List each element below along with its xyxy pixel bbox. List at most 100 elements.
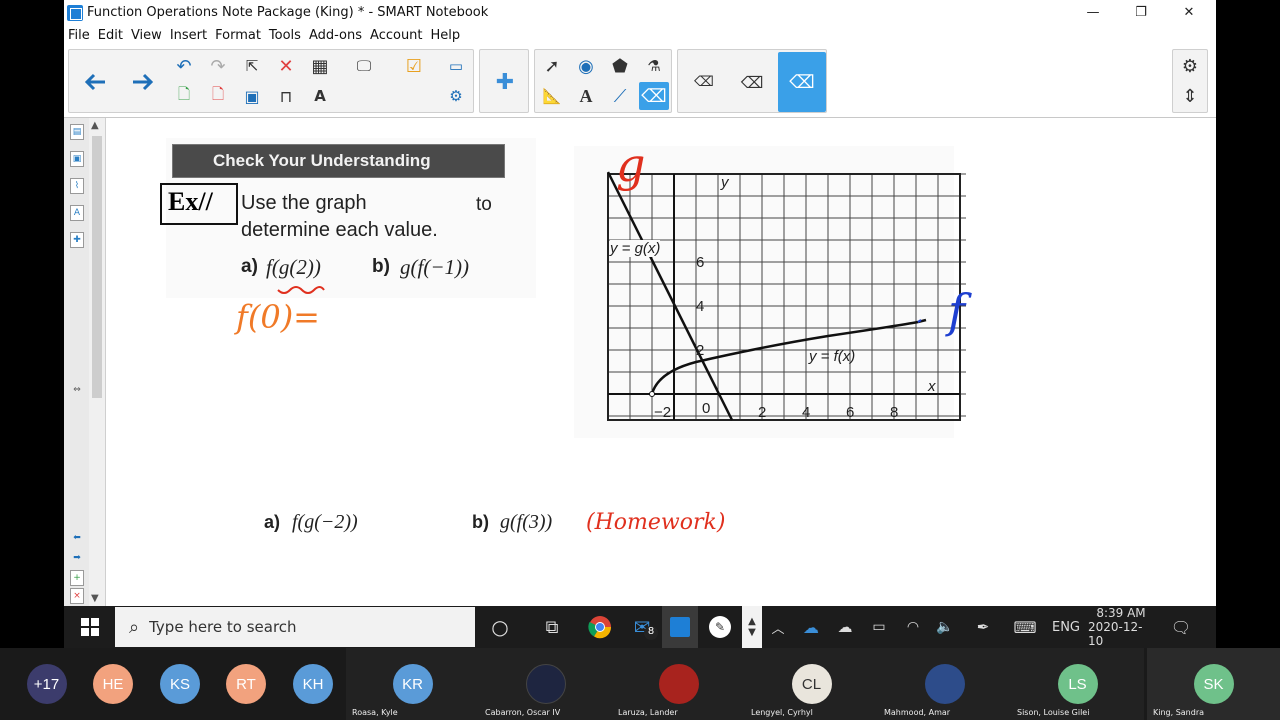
smart-notebook-taskbar-button[interactable]: [662, 606, 698, 648]
volume-tray-icon[interactable]: 🔈: [932, 606, 958, 648]
properties-tab[interactable]: A: [70, 205, 84, 221]
windows-taskbar: ⌕ Type here to search ○ ⧉ ✉ 8 ✎ ▲ ▼ ︿ ☁ ☁…: [64, 606, 1216, 648]
menu-edit[interactable]: Edit: [98, 28, 123, 43]
redo-button[interactable]: ↷: [203, 52, 233, 80]
close-button[interactable]: ✕: [1166, 0, 1212, 25]
participant-tile[interactable]: Cabarron, Oscar IV: [479, 648, 612, 720]
text-tool-button[interactable]: A: [571, 82, 601, 110]
participant-name: Lengyel, Cyrhyl: [751, 708, 813, 717]
delete-button[interactable]: ✕: [271, 52, 301, 80]
f-curve-label: y = f(x): [809, 348, 856, 365]
zoom-taskbar-scroll[interactable]: ▲ ▼: [742, 606, 762, 648]
delete-page-button[interactable]: 🗋: [203, 82, 233, 110]
participant-tile[interactable]: CL Lengyel, Cyrhyl: [745, 648, 878, 720]
add-page-icon: +: [73, 573, 81, 583]
eraser-small-button[interactable]: ⌫: [682, 52, 726, 112]
add-ons-tab[interactable]: ✚: [70, 232, 84, 248]
scroll-down-icon[interactable]: ▼: [91, 593, 99, 604]
next-page-button[interactable]: [121, 52, 165, 112]
eraser-large-button[interactable]: ⌫: [778, 52, 826, 112]
participant-tile[interactable]: KR Roasa, Kyle: [346, 648, 479, 720]
ink-app-taskbar-button[interactable]: ✎: [702, 606, 738, 648]
side-previous-page-button[interactable]: ⬅: [70, 530, 84, 546]
participant-tile[interactable]: SK King, Sandra: [1147, 648, 1280, 720]
save-button[interactable]: ▣: [237, 82, 267, 110]
video-call-participant-strip: +17 HE KS RT KH KR Roasa, Kyle Cabarron,…: [0, 648, 1280, 720]
menu-tools[interactable]: Tools: [269, 28, 301, 43]
side-delete-page-button[interactable]: ×: [70, 588, 84, 604]
touch-keyboard-icon[interactable]: ⌨: [1010, 606, 1040, 648]
task-view-button[interactable]: ⧉: [534, 606, 570, 648]
select-tool-button[interactable]: ➚: [537, 52, 567, 80]
participant-name: King, Sandra: [1153, 708, 1205, 717]
start-button[interactable]: [68, 606, 112, 648]
add-page-button[interactable]: 🗋: [169, 82, 199, 110]
side-add-page-button[interactable]: +: [70, 570, 84, 586]
scrollbar-thumb[interactable]: [92, 136, 102, 398]
side-next-page-button[interactable]: ➡: [70, 550, 84, 566]
attachments-tab[interactable]: ⌇: [70, 178, 84, 194]
fill-tool-button[interactable]: ⬟: [605, 52, 635, 80]
line-tool-button[interactable]: ⟋: [605, 82, 635, 110]
capture-button[interactable]: ▭: [441, 52, 471, 80]
eraser-medium-button[interactable]: ⌫: [730, 52, 774, 112]
menu-file[interactable]: File: [68, 28, 90, 43]
pen-workspace-icon[interactable]: ✒: [970, 606, 996, 648]
show-hidden-icons-button[interactable]: ︿: [766, 606, 790, 648]
screen-shade-button[interactable]: ⊓: [271, 82, 301, 110]
menu-format[interactable]: Format: [215, 28, 261, 43]
add-ons-button[interactable]: ✚: [483, 52, 527, 112]
magic-pen-button[interactable]: ⚗: [639, 52, 669, 80]
language-indicator[interactable]: ENG: [1048, 606, 1084, 648]
smart-notebook-icon: [670, 617, 690, 637]
document-camera-button[interactable]: 🖵: [349, 52, 379, 80]
page-sorter-tab[interactable]: ▤: [70, 124, 84, 140]
scroll-up-icon[interactable]: ▲: [91, 120, 99, 131]
menu-account[interactable]: Account: [370, 28, 423, 43]
taskbar-search-box[interactable]: ⌕ Type here to search: [115, 607, 475, 647]
participant-tile[interactable]: Laruza, Lander: [612, 648, 745, 720]
participant-tile[interactable]: Mahmood, Amar: [878, 648, 1011, 720]
instruction-line-1: Use the graph: [241, 192, 367, 214]
participant-tile[interactable]: LS Sison, Louise Gilei: [1011, 648, 1144, 720]
resize-handle[interactable]: ⇔: [70, 382, 84, 398]
text-recognition-button[interactable]: A: [305, 82, 335, 110]
measurement-tools-button[interactable]: 📐: [537, 82, 567, 110]
response-button[interactable]: ☑: [399, 52, 429, 80]
share-page-button[interactable]: ⇱: [237, 52, 267, 80]
participant-avatar: KS: [160, 664, 200, 704]
minimize-button[interactable]: —: [1070, 0, 1116, 25]
wifi-tray-icon[interactable]: ◠: [900, 606, 926, 648]
previous-page-button[interactable]: [73, 52, 117, 112]
participant-name: Laruza, Lander: [618, 708, 678, 717]
participant-photo: [658, 664, 699, 704]
battery-tray-icon[interactable]: ▭: [866, 606, 892, 648]
menu-help[interactable]: Help: [431, 28, 461, 43]
delete-icon: ✕: [278, 55, 294, 77]
more-participants-count: +17: [26, 664, 67, 704]
chrome-taskbar-button[interactable]: [582, 606, 618, 648]
cloud-sync-tray-icon[interactable]: ☁: [832, 606, 858, 648]
mail-taskbar-button[interactable]: ✉ 8: [624, 606, 660, 648]
action-center-button[interactable]: 🗨: [1166, 606, 1196, 648]
smart-notebook-window: Function Operations Note Package (King) …: [64, 0, 1216, 606]
shapes-tool-button[interactable]: ◉: [571, 52, 601, 80]
properties-icon: A: [73, 208, 81, 218]
vertical-scrollbar[interactable]: ▲ ▼: [89, 118, 105, 606]
move-toolbar-button[interactable]: ⇕: [1175, 82, 1205, 110]
lab-activity-button[interactable]: ⚙: [441, 82, 471, 110]
notebook-page-canvas[interactable]: Check Your Understanding Ex// Use the gr…: [106, 118, 1216, 606]
onedrive-tray-icon[interactable]: ☁: [798, 606, 824, 648]
gallery-tab[interactable]: ▣: [70, 151, 84, 167]
clock[interactable]: 8:39 AM 2020-12-10: [1088, 606, 1154, 648]
undo-button[interactable]: ↶: [169, 52, 199, 80]
table-button[interactable]: ▦: [305, 52, 335, 80]
restore-button[interactable]: ❐: [1118, 0, 1164, 25]
x-tick-4: 4: [802, 404, 811, 421]
eraser-tool-button[interactable]: ⌫: [639, 82, 669, 110]
menu-insert[interactable]: Insert: [170, 28, 207, 43]
settings-button[interactable]: ⚙: [1175, 52, 1205, 80]
menu-add-ons[interactable]: Add-ons: [309, 28, 362, 43]
cortana-button[interactable]: ○: [482, 606, 518, 648]
menu-view[interactable]: View: [131, 28, 162, 43]
